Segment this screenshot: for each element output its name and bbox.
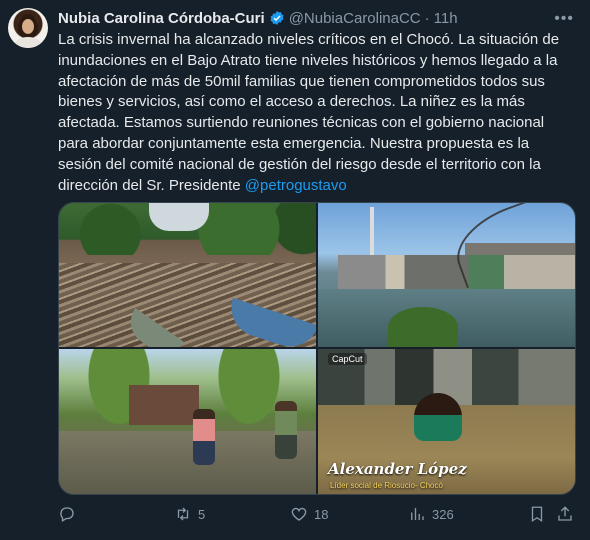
action-bar: 5 18 326	[58, 505, 574, 527]
photo-logs-river[interactable]	[59, 203, 316, 347]
views-count: 326	[432, 506, 454, 522]
photo-overlay-role: Líder social de Riosucio- Chocó	[330, 481, 443, 490]
tweet-line: dirección del Sr. Presidente @petrogusta…	[58, 176, 578, 197]
tweet[interactable]: Nubia Carolina Córdoba-Curi @NubiaCaroli…	[0, 0, 590, 540]
views-button[interactable]: 326	[408, 505, 454, 523]
bookmark-button[interactable]	[528, 505, 546, 523]
retweet-icon	[177, 507, 189, 521]
author-handle[interactable]: @NubiaCarolinaCC	[289, 10, 421, 27]
photo-house	[129, 385, 199, 425]
tweet-line: afectada. Estamos surtiendo reuniones té…	[58, 114, 545, 132]
separator-dot: ·	[424, 9, 430, 27]
photo-person	[275, 401, 297, 459]
author-name[interactable]: Nubia Carolina Córdoba-Curi	[58, 10, 265, 27]
retweet-button[interactable]: 5	[174, 505, 205, 523]
bookmark-icon	[531, 506, 543, 523]
like-count: 18	[314, 506, 329, 522]
share-button[interactable]	[556, 505, 574, 523]
tweet-line: afectación de más de 50mil familias que …	[58, 72, 545, 90]
avatar-face	[22, 19, 34, 34]
reply-button[interactable]	[58, 505, 82, 523]
mention-link[interactable]: @petrogustavo	[245, 177, 347, 194]
avatar-body	[14, 37, 42, 48]
retweet-count: 5	[198, 506, 206, 522]
photo-overlay-name: Alexander López	[328, 460, 467, 478]
tweet-line: bienes y servicios, así como el acceso a…	[58, 93, 525, 111]
photo-sky	[149, 203, 209, 231]
more-icon[interactable]: •••	[554, 10, 574, 28]
reply-icon	[60, 507, 74, 522]
views-icon	[411, 508, 424, 520]
timestamp[interactable]: 11h	[434, 10, 458, 27]
tweet-header: Nubia Carolina Córdoba-Curi @NubiaCaroli…	[58, 8, 458, 28]
tweet-line: La crisis invernal ha alcanzado niveles …	[58, 31, 560, 48]
tweet-line: inundaciones en el Bajo Atrato tiene niv…	[58, 51, 558, 69]
photo-person	[193, 409, 215, 465]
tweet-line: sesión del comité nacional de gestión de…	[58, 155, 541, 173]
tweet-line-text: dirección del Sr. Presidente	[58, 176, 245, 194]
like-button[interactable]: 18	[290, 505, 328, 523]
photo-man-in-flood[interactable]: CapCut Alexander López Líder social de R…	[318, 349, 575, 494]
photo-person	[414, 393, 462, 441]
verified-icon	[270, 11, 284, 25]
capcut-logo: CapCut	[328, 353, 367, 365]
share-icon	[558, 506, 572, 521]
tweet-text: La crisis invernal ha alcanzado niveles …	[58, 30, 578, 196]
tweet-line: para abordar conjuntamente esta emergenc…	[58, 134, 530, 152]
photo-flooded-town[interactable]	[318, 203, 575, 347]
photo-flooded-village[interactable]	[59, 349, 316, 494]
avatar[interactable]	[8, 8, 48, 48]
like-icon	[291, 507, 307, 521]
photo-bush	[388, 307, 458, 347]
media-grid: CapCut Alexander López Líder social de R…	[58, 202, 576, 495]
